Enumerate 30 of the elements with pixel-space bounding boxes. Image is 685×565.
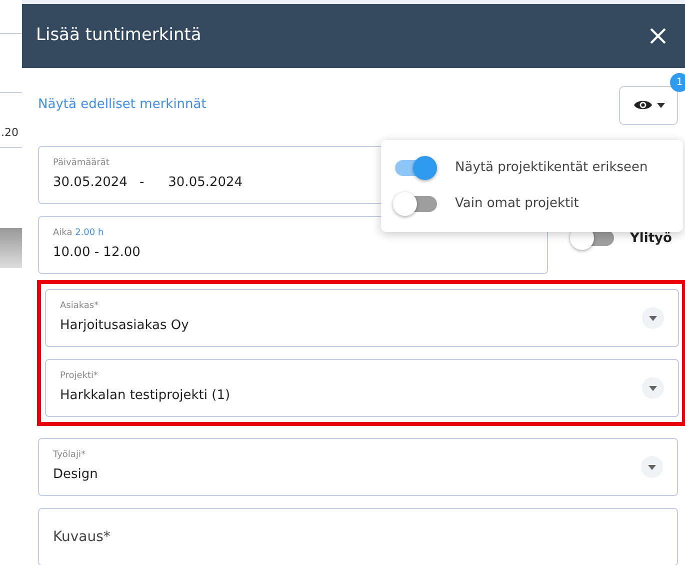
date-text: .20	[1, 125, 18, 141]
eye-icon	[632, 98, 652, 112]
select-value: Harkkalan testiprojekti (1)	[60, 386, 230, 405]
select-field[interactable]: Asiakas* Harjoitusasiakas Oy	[45, 289, 679, 347]
caret-icon	[656, 102, 664, 108]
option-label: Näytä projektikentät erikseen	[455, 159, 648, 178]
field-label: Projekti*	[60, 370, 100, 382]
select-field[interactable]: Projekti* Harkkalan testiprojekti (1)	[45, 359, 679, 417]
toggle-label: Ylityö	[630, 230, 672, 248]
date-value: 30.05.2024	[168, 174, 243, 192]
date-value: 30.05.2024	[53, 174, 128, 192]
caret-icon	[641, 456, 663, 478]
view-options-button[interactable]	[619, 86, 678, 124]
caret-icon	[642, 307, 664, 329]
time-value: 10.00 - 12.00	[53, 244, 140, 262]
field-label: Työlaji*	[53, 450, 86, 461]
field-label: Asiakas*	[60, 300, 100, 312]
modal-title: Lisää tuntimerkintä	[36, 24, 202, 48]
select-field[interactable]: Työlaji* Design	[38, 438, 678, 496]
select-value: Harjoitusasiakas Oy	[60, 316, 189, 335]
count-badge: 1	[670, 72, 685, 92]
description-field[interactable]: Kuvaus*	[38, 508, 678, 565]
field-label: Aika 2.00 h	[53, 228, 105, 239]
close-button[interactable]	[649, 27, 667, 45]
field-label: Päivämäärät	[53, 158, 110, 169]
field-placeholder: Kuvaus*	[53, 528, 110, 546]
range-separator: -	[139, 174, 144, 192]
select-value: Design	[53, 466, 98, 484]
caret-icon	[642, 377, 664, 399]
time-field[interactable]: Aika 2.00 h 10.00 - 12.00	[38, 216, 548, 274]
